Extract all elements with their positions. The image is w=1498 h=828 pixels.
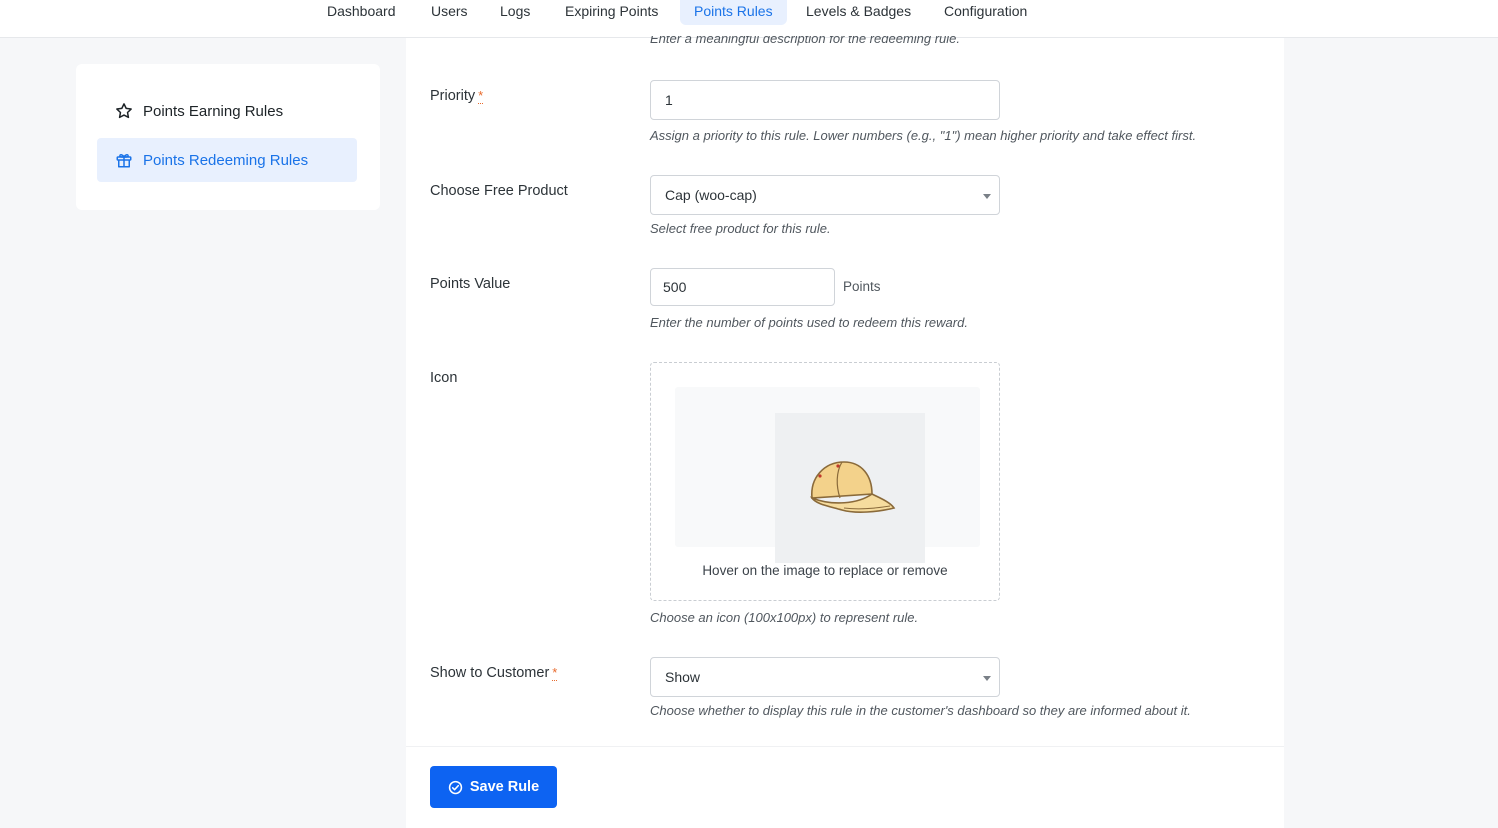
points-unit-label: Points [843, 279, 881, 294]
sidebar-item-label: Points Earning Rules [143, 102, 284, 120]
tab-levels-badges[interactable]: Levels & Badges [806, 0, 911, 25]
save-rule-label: Save Rule [469, 779, 540, 795]
cap-icon [809, 461, 896, 513]
tab-points-rules[interactable]: Points Rules [680, 0, 787, 25]
save-rule-button[interactable]: Save Rule [430, 766, 557, 808]
free-product-label: Choose Free Product [430, 183, 568, 199]
icon-preview-background [675, 387, 980, 563]
rules-sidebar: Points Earning Rules Points Redeeming Ru… [76, 64, 380, 210]
points-value-help: Enter the number of points used to redee… [650, 315, 968, 330]
free-product-help: Select free product for this rule. [650, 221, 831, 236]
points-value-label: Points Value [430, 276, 511, 292]
show-to-customer-label: Show to Customer * [430, 665, 558, 681]
icon-preview-image[interactable] [775, 413, 925, 563]
priority-label: Priority * [430, 88, 484, 104]
show-to-customer-help: Choose whether to display this rule in t… [650, 703, 1191, 718]
gift-icon [115, 151, 133, 169]
icon-upload-box[interactable]: Hover on the image to replace or remove [650, 362, 1000, 601]
show-to-customer-select[interactable]: Show [650, 657, 1000, 697]
icon-label: Icon [430, 370, 458, 386]
star-icon [115, 102, 133, 120]
tab-logs[interactable]: Logs [500, 0, 530, 25]
required-mark: * [552, 665, 558, 681]
required-mark: * [478, 88, 484, 104]
tab-users[interactable]: Users [431, 0, 468, 25]
points-value-input[interactable]: 500 [650, 268, 835, 306]
icon-replace-hint: Hover on the image to replace or remove [702, 563, 948, 578]
tab-expiring-points[interactable]: Expiring Points [565, 0, 658, 25]
icon-help: Choose an icon (100x100px) to represent … [650, 610, 919, 625]
tab-dashboard[interactable]: Dashboard [327, 0, 396, 25]
priority-help: Assign a priority to this rule. Lower nu… [650, 128, 1197, 143]
top-navigation: Dashboard Users Logs Expiring Points Poi… [0, 0, 1498, 38]
sidebar-item-points-earning-rules[interactable]: Points Earning Rules [97, 89, 357, 133]
sidebar-item-points-redeeming-rules[interactable]: Points Redeeming Rules [97, 138, 357, 182]
sidebar-item-label: Points Redeeming Rules [143, 151, 309, 169]
check-circle-icon [448, 780, 463, 794]
free-product-select[interactable]: Cap (woo-cap) [650, 175, 1000, 215]
tab-configuration[interactable]: Configuration [944, 0, 1027, 25]
priority-input[interactable]: 1 [650, 80, 1000, 120]
